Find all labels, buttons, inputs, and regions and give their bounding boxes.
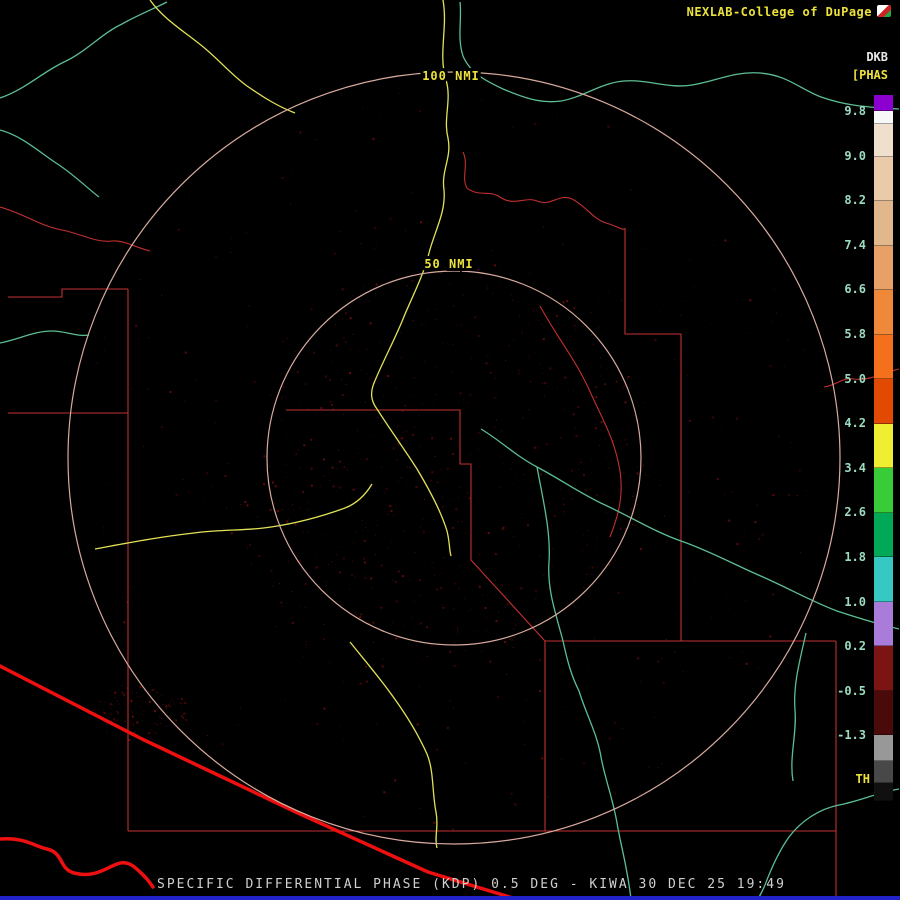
product-status-text: SPECIFIC DIFFERENTIAL PHASE (KDP) 0.5 DE… <box>157 877 786 892</box>
river <box>462 151 626 230</box>
bottom-border-line <box>0 896 900 900</box>
colorbar-segment <box>874 246 893 290</box>
colorbar-segment <box>874 157 893 201</box>
colorbar-tick-label: 9.8 <box>844 104 866 118</box>
colorbar-tick-label: 9.0 <box>844 148 866 163</box>
colorbar-segment <box>874 111 893 124</box>
yellow-highway <box>370 0 452 557</box>
range-ring-50nmi <box>266 270 642 646</box>
colorbar-segment <box>874 783 893 801</box>
speckle-layer <box>92 92 822 831</box>
river-lines <box>0 151 900 538</box>
county-boundaries <box>8 228 837 900</box>
colorbar-tick-label: -0.5 <box>837 683 866 698</box>
colorbar-segment <box>874 335 893 379</box>
colorbar-tick-label: 2.6 <box>844 505 866 520</box>
colorbar-tick-label: 7.4 <box>844 237 866 252</box>
thick-red-boundary <box>0 664 518 900</box>
colorbar-segment <box>874 691 893 735</box>
radar-viewer: 100 NMI 50 NMI NEXLAB-College of DuPage … <box>0 0 900 900</box>
colorbar-segment <box>874 124 893 157</box>
colorbar-segment <box>874 602 893 646</box>
colorbar-segment <box>874 557 893 602</box>
teal-highway <box>791 632 807 782</box>
yellow-highway <box>149 0 296 114</box>
colorbar-segment <box>874 513 893 557</box>
brand-title: NEXLAB-College of DuPage <box>686 5 872 19</box>
teal-highway <box>0 129 100 198</box>
radar-map: 100 NMI 50 NMI <box>0 0 900 900</box>
colorbar <box>874 95 893 801</box>
teal-highway <box>0 330 90 344</box>
colorbar-segment <box>874 735 893 761</box>
colorbar-tick-label: 1.0 <box>844 594 866 609</box>
county-line <box>545 228 682 642</box>
colorbar-tick-label: -1.3 <box>837 728 866 743</box>
river <box>539 305 622 538</box>
colorbar-segment <box>874 201 893 246</box>
colorbar-tick-label: 8.2 <box>844 193 866 208</box>
colorbar-segment <box>874 468 893 513</box>
county-line <box>286 409 546 642</box>
colorbar-unit-label: DKB <box>866 50 888 64</box>
river <box>0 206 151 252</box>
range-ring-100nmi-label: 100 NMI <box>422 69 480 83</box>
yellow-highway <box>94 483 373 550</box>
thick-red-boundary <box>0 836 155 889</box>
teal-highway <box>536 466 632 900</box>
colorbar-segment <box>874 761 893 783</box>
yellow-highway <box>349 641 438 849</box>
range-ring-100nmi <box>67 71 841 845</box>
colorbar-tick-label: 0.2 <box>844 639 866 654</box>
colorbar-tick-label: 4.2 <box>844 416 866 431</box>
range-ring-50nmi-label: 50 NMI <box>424 257 473 271</box>
colorbar-phase-label: [PHAS <box>851 68 888 82</box>
colorbar-threshold-label: TH <box>855 772 870 786</box>
colorbar-tick-label: 3.4 <box>844 460 866 475</box>
colorbar-tick-label: 1.8 <box>844 550 866 564</box>
teal-highway <box>0 1 168 99</box>
colorbar-segment <box>874 95 893 111</box>
county-line <box>8 288 128 298</box>
highways-teal <box>0 1 900 900</box>
colorbar-tick-label: 5.0 <box>844 371 866 386</box>
colorbar-segment <box>874 646 893 691</box>
colorbar-segment <box>874 379 893 424</box>
colorbar-segment <box>874 424 893 468</box>
highways-yellow <box>94 0 452 849</box>
colorbar-segment <box>874 290 893 335</box>
colorbar-tick-label: 6.6 <box>844 282 866 297</box>
cod-logo-icon <box>877 5 891 17</box>
colorbar-tick-label: 5.8 <box>844 327 866 341</box>
border-highlight <box>0 664 518 900</box>
